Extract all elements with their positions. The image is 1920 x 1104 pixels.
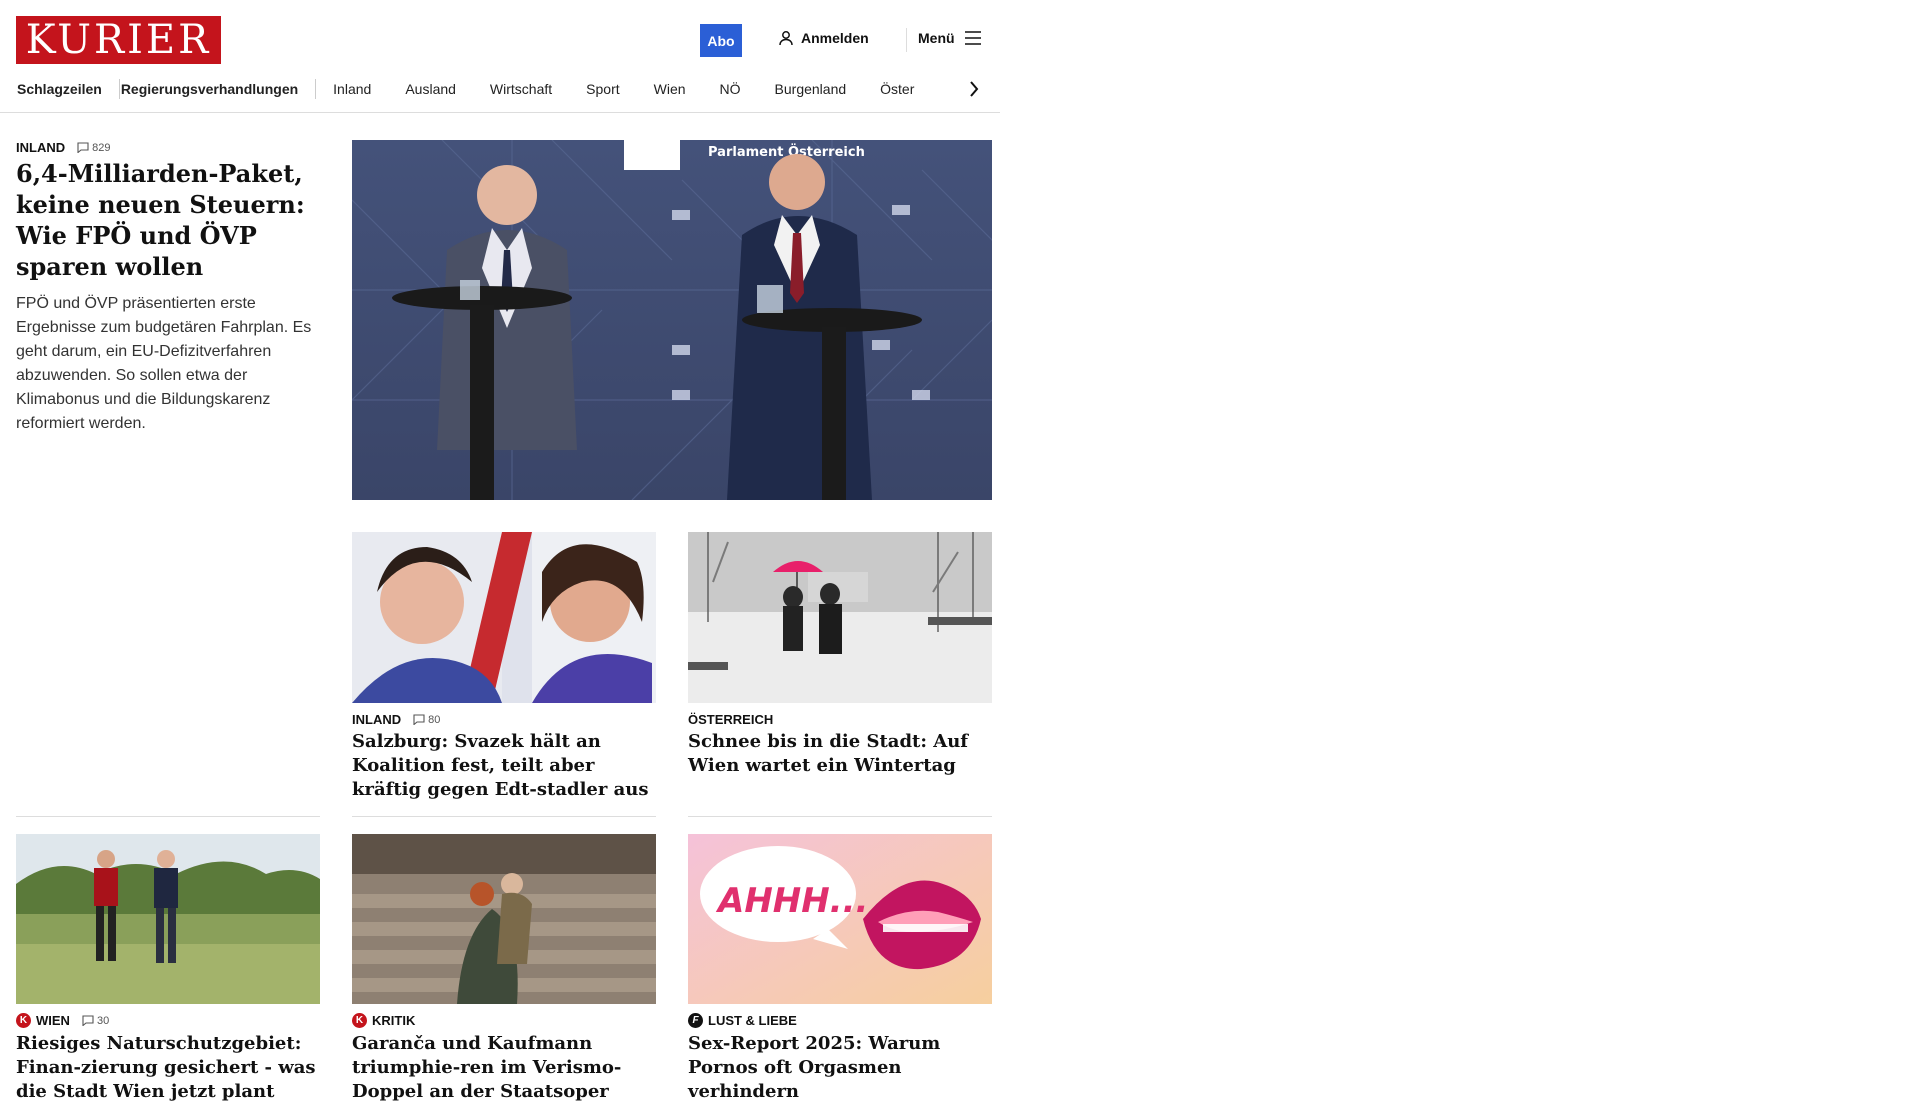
- card-meta-salzburg: INLAND 80: [352, 712, 440, 727]
- nav-item-wien[interactable]: Wien: [637, 81, 703, 97]
- chevron-right-icon: [970, 81, 979, 97]
- card-meta-kritik: K KRITIK: [352, 1013, 415, 1028]
- user-icon: [779, 31, 793, 46]
- lead-teaser: FPÖ und ÖVP präsentierten erste Ergebnis…: [16, 295, 312, 432]
- lead-comment-number: 829: [92, 141, 111, 154]
- kurier-logo[interactable]: KURIER: [16, 16, 221, 64]
- section-nav: Schlagzeilen Regierungsverhandlungen Inl…: [16, 78, 984, 100]
- menu-label: Menü: [918, 30, 955, 46]
- card-comment-count[interactable]: 80: [413, 714, 440, 726]
- login-label: Anmelden: [801, 30, 869, 46]
- card-image-schnee[interactable]: [688, 532, 992, 703]
- nav-item-noe[interactable]: NÖ: [703, 81, 758, 97]
- nav-item-inland[interactable]: Inland: [316, 81, 388, 97]
- divider: [16, 816, 320, 817]
- card-image-lust-liebe[interactable]: AHHH...: [688, 834, 992, 1004]
- card-headline-schnee[interactable]: Schnee bis in die Stadt: Auf Wien wartet…: [688, 730, 990, 778]
- lead-comment-count[interactable]: 829: [77, 142, 110, 154]
- card-category[interactable]: LUST & LIEBE: [708, 1013, 797, 1028]
- lead-meta: INLAND 829: [16, 140, 110, 155]
- card-category[interactable]: INLAND: [352, 712, 401, 727]
- comment-icon: [82, 1015, 94, 1026]
- card-category[interactable]: ÖSTERREICH: [688, 712, 773, 727]
- freizeit-badge: f: [688, 1013, 703, 1028]
- lead-category[interactable]: INLAND: [16, 140, 65, 155]
- card-category[interactable]: KRITIK: [372, 1013, 415, 1028]
- lead-headline[interactable]: 6,4-Milliarden-Paket, keine neuen Steuer…: [16, 158, 316, 282]
- kurier-plus-badge: K: [352, 1013, 367, 1028]
- header-divider: [906, 28, 907, 52]
- card-image-kritik[interactable]: [352, 834, 656, 1004]
- nav-item-burgenland[interactable]: Burgenland: [758, 81, 864, 97]
- card-headline-salzburg[interactable]: Salzburg: Svazek hält an Koalition fest,…: [352, 730, 654, 802]
- nav-item-sport[interactable]: Sport: [569, 81, 636, 97]
- divider: [352, 816, 656, 817]
- login-button[interactable]: Anmelden: [778, 30, 869, 46]
- card-comment-count[interactable]: 30: [82, 1015, 109, 1027]
- nav-item-schlagzeilen[interactable]: Schlagzeilen: [16, 81, 119, 97]
- card-headline-lust-liebe[interactable]: Sex-Report 2025: Warum Pornos oft Orgasm…: [688, 1032, 990, 1104]
- card-image-naturschutz[interactable]: [16, 834, 320, 1004]
- nav-item-ausland[interactable]: Ausland: [388, 81, 473, 97]
- nav-bottom-border: [0, 112, 1000, 113]
- card-meta-lust-liebe: f LUST & LIEBE: [688, 1013, 797, 1028]
- card-meta-naturschutz: K WIEN 30: [16, 1013, 109, 1028]
- menu-button[interactable]: Menü: [918, 30, 981, 46]
- nav-scroll-right-button[interactable]: [962, 77, 986, 101]
- comment-icon: [77, 142, 89, 153]
- card-image-salzburg[interactable]: [352, 532, 656, 703]
- nav-item-oesterreich[interactable]: Öster: [863, 81, 931, 97]
- comment-icon: [413, 714, 425, 725]
- abo-button[interactable]: Abo: [700, 24, 742, 57]
- hamburger-icon: [964, 31, 981, 45]
- card-comment-number: 80: [428, 713, 441, 726]
- nav-item-wirtschaft[interactable]: Wirtschaft: [473, 81, 569, 97]
- nav-item-regierungsverhandlungen[interactable]: Regierungsverhandlungen: [120, 81, 315, 97]
- card-headline-kritik[interactable]: Garanča und Kaufmann triumphie-ren im Ve…: [352, 1032, 654, 1104]
- card-comment-number: 30: [96, 1014, 110, 1027]
- page: KURIER Abo Anmelden Menü Schlagzeilen Re…: [0, 0, 1000, 1102]
- card-category[interactable]: WIEN: [36, 1013, 70, 1028]
- kurier-plus-badge: K: [16, 1013, 31, 1028]
- card-image-text: AHHH...: [715, 881, 868, 921]
- divider: [688, 816, 992, 817]
- card-headline-naturschutz[interactable]: Riesiges Naturschutzgebiet: Finan-zierun…: [16, 1032, 318, 1104]
- card-meta-schnee: ÖSTERREICH: [688, 712, 773, 727]
- lead-image[interactable]: Parlament Österreich: [352, 140, 992, 500]
